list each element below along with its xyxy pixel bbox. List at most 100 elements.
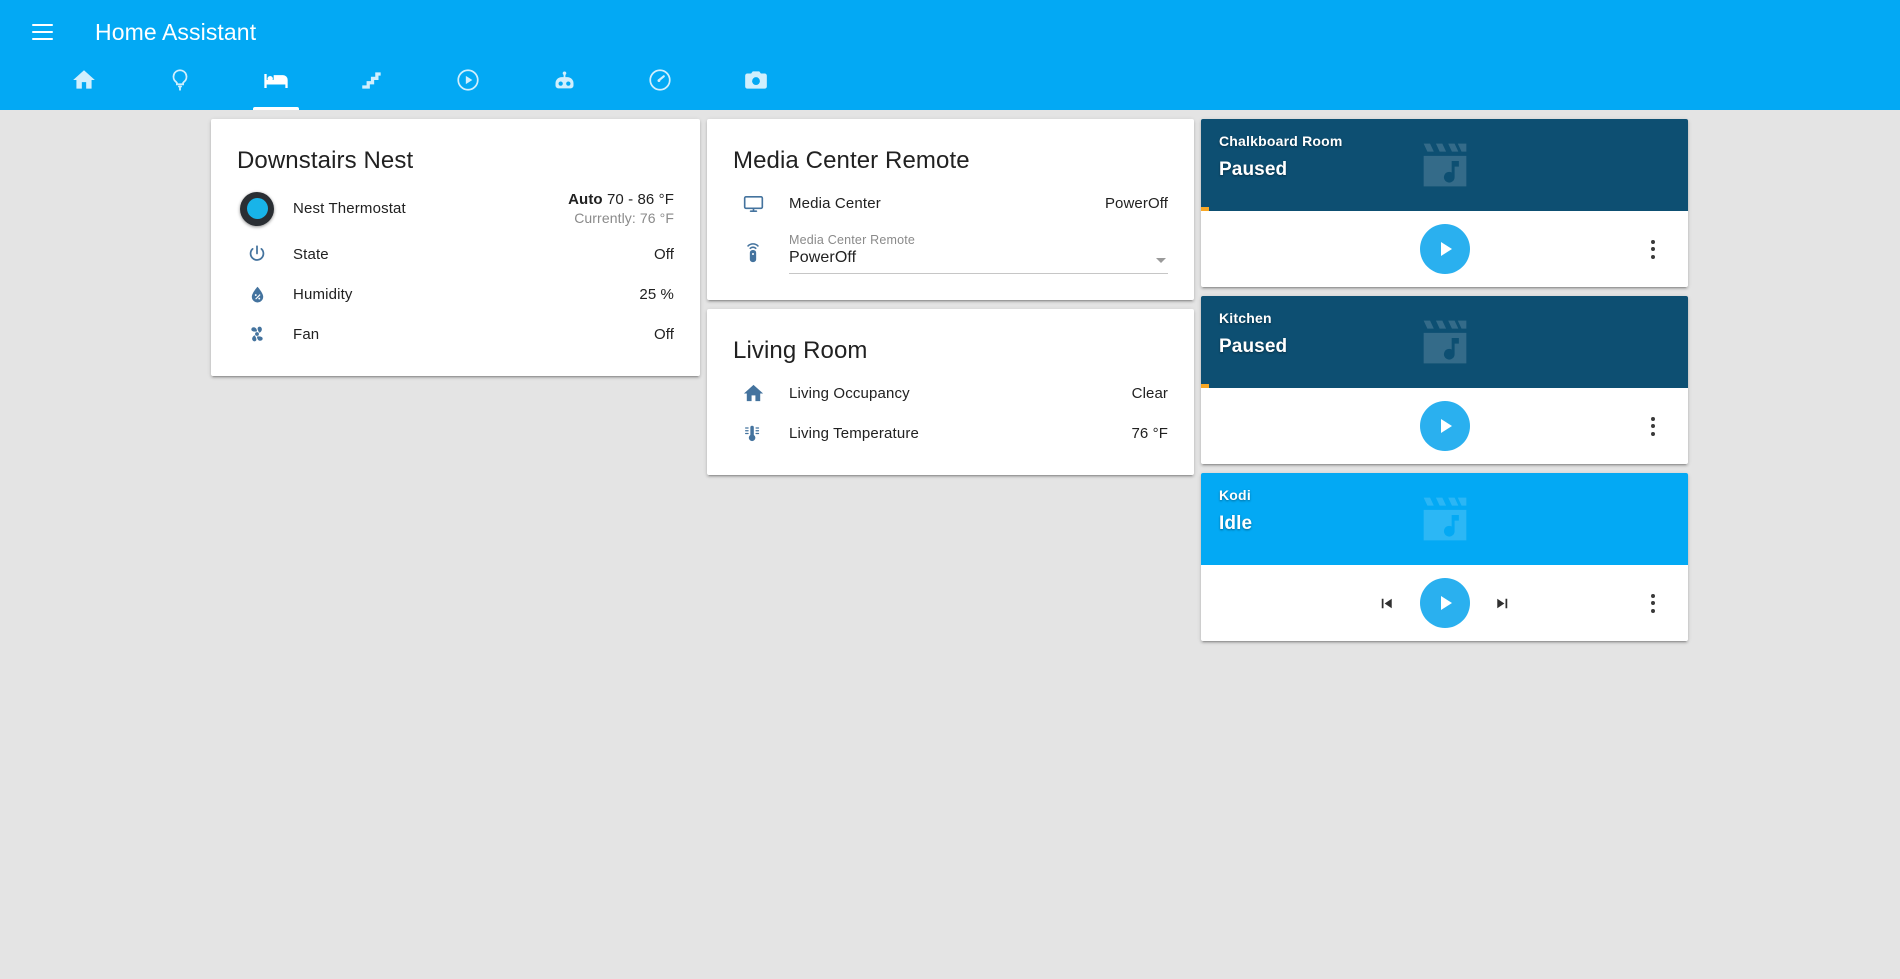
media-player-header[interactable]: Kitchen Paused <box>1201 296 1688 388</box>
entity-value: Clear <box>1131 384 1168 402</box>
media-player-name: Kitchen <box>1219 310 1272 326</box>
play-circle-icon <box>457 69 479 91</box>
hamburger-line <box>31 38 53 40</box>
play-icon <box>1440 419 1452 433</box>
nest-thermostat-dial-icon <box>237 191 277 226</box>
media-progress-bar[interactable] <box>1201 384 1210 388</box>
skip-next-icon <box>1497 598 1508 608</box>
transport-controls <box>1419 224 1470 274</box>
tab-lights[interactable] <box>156 64 204 110</box>
entity-row-state[interactable]: State Off <box>237 234 674 274</box>
play-button[interactable] <box>1419 578 1470 628</box>
dot <box>1651 608 1655 613</box>
card-body: Nest Thermostat Auto 70 - 86 °F Currentl… <box>211 183 700 376</box>
tab-gauge[interactable] <box>636 64 684 110</box>
dot <box>1651 416 1655 421</box>
remote-icon <box>733 240 773 274</box>
lightbulb-icon <box>172 69 188 91</box>
camera-icon <box>745 71 767 89</box>
hamburger-line <box>31 31 53 33</box>
tab-bedroom[interactable] <box>252 64 300 110</box>
tab-robot[interactable] <box>540 64 588 110</box>
more-vert-button[interactable] <box>1638 411 1668 441</box>
card-living-room: Living Room Living Occupancy Clear Livin… <box>707 309 1194 475</box>
card-title: Living Room <box>733 337 868 364</box>
tab-stairs[interactable] <box>348 64 396 110</box>
view-tab-bar <box>0 64 1900 110</box>
transport-controls <box>1419 401 1470 451</box>
power-icon <box>237 243 277 265</box>
page-title: Home Assistant <box>95 18 257 45</box>
play-icon <box>1440 242 1452 256</box>
select-label: Media Center Remote <box>789 233 916 247</box>
entity-row-nest-thermostat[interactable]: Nest Thermostat Auto 70 - 86 °F Currentl… <box>237 183 674 234</box>
tab-media[interactable] <box>444 64 492 110</box>
humidity-icon <box>237 284 277 305</box>
more-vert-button[interactable] <box>1638 588 1668 618</box>
more-vert-button[interactable] <box>1638 234 1668 264</box>
media-player-header[interactable]: Kodi Idle <box>1201 473 1688 565</box>
fan-icon <box>237 323 277 345</box>
play-icon <box>1440 596 1452 610</box>
dot <box>1651 254 1655 259</box>
media-player-state: Paused <box>1219 159 1288 180</box>
card-media-center-remote: Media Center Remote Media Center PowerOf… <box>707 119 1194 300</box>
entity-row-remote-select[interactable]: Media Center Remote PowerOff <box>733 223 1168 278</box>
media-player-name: Kodi <box>1219 487 1251 503</box>
bed-icon <box>264 74 288 88</box>
television-icon <box>733 192 773 215</box>
entity-row-media-center[interactable]: Media Center PowerOff <box>733 183 1168 223</box>
entity-name: Humidity <box>293 285 353 303</box>
dot <box>1651 601 1655 605</box>
entity-value: Off <box>653 325 674 343</box>
card-body: Media Center PowerOff Media Center Remot <box>707 183 1194 300</box>
app-header: Home Assistant <box>0 0 1900 110</box>
app-header-top-row: Home Assistant <box>0 0 1900 64</box>
entity-row-living-temperature[interactable]: Living Temperature 76 °F <box>733 413 1168 453</box>
skip-previous-icon <box>1381 598 1392 608</box>
entity-value: 76 °F <box>1131 424 1168 442</box>
remote-command-select[interactable]: Media Center Remote PowerOff <box>789 233 1168 274</box>
column-3: Chalkboard Room Paused Kitchen Paused Ko… <box>1201 110 1688 641</box>
dot <box>1651 424 1655 428</box>
media-player-header[interactable]: Chalkboard Room Paused <box>1201 119 1688 211</box>
entity-value: Auto 70 - 86 °F Currently: 76 °F <box>568 191 674 226</box>
entity-value: Off <box>653 245 674 263</box>
entity-name: Living Temperature <box>789 424 919 442</box>
dot <box>1651 431 1655 436</box>
media-progress-bar[interactable] <box>1201 207 1210 211</box>
card-title: Downstairs Nest <box>237 147 414 174</box>
card-title: Media Center Remote <box>733 147 970 174</box>
media-player-controls <box>1201 388 1688 464</box>
hamburger-menu-icon[interactable] <box>22 12 62 52</box>
play-button[interactable] <box>1419 401 1470 451</box>
column-1: Downstairs Nest Nest Thermostat Auto 70 … <box>211 110 700 376</box>
next-button[interactable] <box>1488 588 1518 618</box>
entity-name: Living Occupancy <box>789 384 910 402</box>
media-player-state: Idle <box>1219 513 1253 534</box>
media-player-card-kitchen: Kitchen Paused <box>1201 296 1688 464</box>
stairs-icon <box>362 72 381 89</box>
media-player-name: Chalkboard Room <box>1219 133 1343 149</box>
play-button[interactable] <box>1419 224 1470 274</box>
tab-camera[interactable] <box>732 64 780 110</box>
tab-home[interactable] <box>60 64 108 110</box>
entity-name: State <box>293 245 329 263</box>
entity-row-fan[interactable]: Fan Off <box>237 314 674 354</box>
thermometer-icon <box>733 422 773 445</box>
entity-value: PowerOff <box>1104 194 1168 212</box>
thermostat-current: Currently: 76 °F <box>574 210 674 226</box>
home-icon <box>733 382 773 405</box>
entity-name: Media Center <box>789 194 881 212</box>
media-player-controls <box>1201 211 1688 287</box>
entity-name: Nest Thermostat <box>293 200 406 217</box>
previous-button[interactable] <box>1372 588 1402 618</box>
gauge-icon <box>649 69 671 91</box>
robot-icon <box>555 71 573 89</box>
column-2: Media Center Remote Media Center PowerOf… <box>707 110 1194 475</box>
media-player-controls <box>1201 565 1688 641</box>
entity-row-humidity[interactable]: Humidity 25 % <box>237 274 674 314</box>
entity-row-living-occupancy[interactable]: Living Occupancy Clear <box>733 373 1168 413</box>
dot <box>1651 239 1655 244</box>
chevron-down-icon[interactable] <box>1156 258 1166 263</box>
